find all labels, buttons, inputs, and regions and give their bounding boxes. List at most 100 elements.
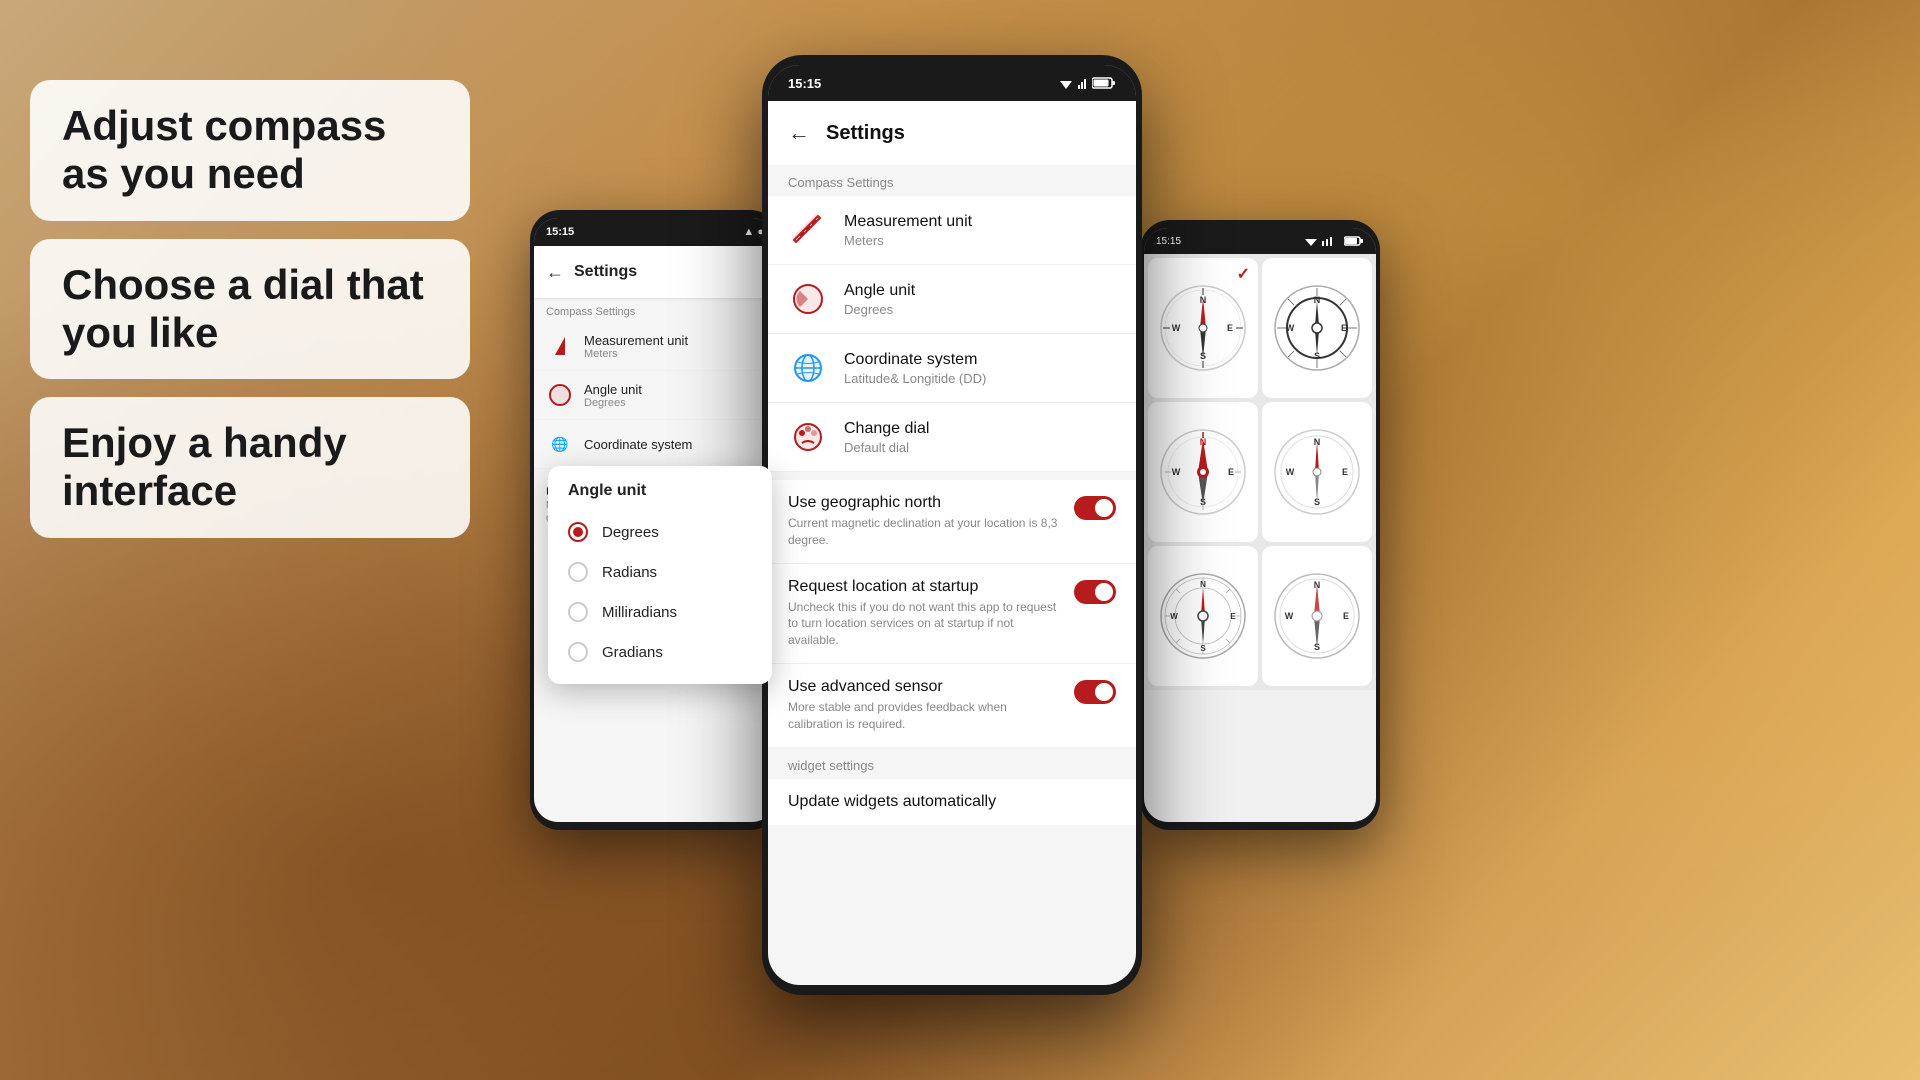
wifi-icon xyxy=(1058,77,1074,89)
main-setting-coord[interactable]: Coordinate system Latitude& Longitide (D… xyxy=(768,334,1136,403)
radio-gradians-label: Gradians xyxy=(602,644,663,661)
main-widget-update[interactable]: Update widgets automatically xyxy=(768,779,1136,825)
angle-unit-popup: Angle unit Degrees Radians Milliradians … xyxy=(548,466,772,684)
main-setting-measurement[interactable]: Measurement unit Meters xyxy=(768,196,1136,265)
bg-status-icons: ▲ ● xyxy=(743,226,764,238)
bg-angle-value: Degrees xyxy=(584,397,642,409)
right-time: 15:15 xyxy=(1156,236,1181,247)
bg-section-header: Compass Settings xyxy=(534,298,776,322)
bg-back-arrow[interactable]: ← xyxy=(546,262,564,283)
main-ruler-icon xyxy=(788,210,828,250)
card-3-text: Enjoy a handy interface xyxy=(62,419,438,516)
main-app-bar: ← Settings xyxy=(768,101,1136,165)
main-toggle-sensor[interactable]: Use advanced sensor More stable and prov… xyxy=(768,664,1136,748)
toggle-location-title: Request location at startup xyxy=(788,578,1062,596)
card-1-text: Adjust compass as you need xyxy=(62,102,438,199)
main-dial-label: Change dial xyxy=(844,420,929,438)
bg-measurement-value: Meters xyxy=(584,348,688,360)
main-widget-section: widget settings xyxy=(768,748,1136,779)
radio-gradians[interactable]: Gradians xyxy=(548,632,772,672)
update-label: Update widgets automatically xyxy=(788,793,996,811)
main-screen-title: Settings xyxy=(826,122,905,145)
main-toggle-north[interactable]: Use geographic north Current magnetic de… xyxy=(768,480,1136,564)
dial-5-svg: N S E W xyxy=(1158,571,1248,661)
main-status-bar: 15:15 xyxy=(768,65,1136,101)
radio-milliradians[interactable]: Milliradians xyxy=(548,592,772,632)
toggle-north-title: Use geographic north xyxy=(788,494,1062,512)
dial-1-svg: N S E W xyxy=(1158,283,1248,373)
main-coord-label: Coordinate system xyxy=(844,351,986,369)
svg-text:E: E xyxy=(1230,612,1236,621)
bg-setting-measurement[interactable]: Measurement unit Meters xyxy=(534,322,776,371)
phone-main: 15:15 ← Settings Compass Settings xyxy=(762,55,1142,995)
dial-card-3[interactable]: N S E W xyxy=(1148,402,1258,542)
main-setting-dial[interactable]: Change dial Default dial xyxy=(768,403,1136,472)
radio-degrees-inner xyxy=(573,527,583,537)
bg-title: Settings xyxy=(574,263,637,281)
toggle-sensor-desc: More stable and provides feedback when c… xyxy=(788,699,1062,733)
bg-angle-label: Angle unit xyxy=(584,382,642,397)
text-card-3: Enjoy a handy interface xyxy=(30,397,470,538)
svg-text:W: W xyxy=(1172,323,1181,333)
bg-measurement-label: Measurement unit xyxy=(584,333,688,348)
phone-main-screen: 15:15 ← Settings Compass Settings xyxy=(768,65,1136,985)
text-card-1: Adjust compass as you need xyxy=(30,80,470,221)
bg-setting-angle[interactable]: Angle unit Degrees xyxy=(534,371,776,420)
main-status-icons xyxy=(1058,77,1116,89)
radio-milliradians-label: Milliradians xyxy=(602,604,677,621)
svg-text:W: W xyxy=(1170,612,1178,621)
radio-radians[interactable]: Radians xyxy=(548,552,772,592)
signal-icon xyxy=(1078,77,1088,89)
main-globe-icon xyxy=(788,348,828,388)
dial-3-svg: N S E W xyxy=(1158,427,1248,517)
phone-right: 15:15 xyxy=(1140,220,1380,830)
main-coord-value: Latitude& Longitide (DD) xyxy=(844,371,986,386)
main-section-label: Compass Settings xyxy=(768,165,1136,196)
toggle-sensor-switch[interactable] xyxy=(1074,680,1116,704)
svg-text:E: E xyxy=(1228,467,1234,477)
main-palette-icon xyxy=(788,417,828,457)
camera-notch xyxy=(947,85,957,95)
main-measurement-label: Measurement unit xyxy=(844,213,972,231)
svg-text:W: W xyxy=(1286,323,1295,333)
popup-title: Angle unit xyxy=(548,482,772,512)
battery-icon xyxy=(1092,77,1116,89)
radio-radians-label: Radians xyxy=(602,564,657,581)
dial-4-svg: N S E W xyxy=(1272,427,1362,517)
main-dial-value: Default dial xyxy=(844,440,929,455)
bg-angle-icon xyxy=(546,381,574,409)
bg-app-bar: ← Settings xyxy=(534,246,776,298)
dial-card-4[interactable]: N S E W xyxy=(1262,402,1372,542)
bg-time: 15:15 xyxy=(546,226,574,238)
dial-card-6[interactable]: N S E W xyxy=(1262,546,1372,686)
svg-text:S: S xyxy=(1200,644,1206,653)
bg-setting-coord[interactable]: 🌐 Coordinate system xyxy=(534,420,776,469)
card-2-text: Choose a dial that you like xyxy=(62,261,438,358)
dial-card-2[interactable]: N S E W xyxy=(1262,258,1372,398)
svg-text:E: E xyxy=(1227,323,1233,333)
main-setting-angle[interactable]: Angle unit Degrees xyxy=(768,265,1136,334)
dial-grid: N S E W xyxy=(1144,254,1376,690)
main-toggle-location[interactable]: Request location at startup Uncheck this… xyxy=(768,564,1136,664)
radio-gradians-outer xyxy=(568,642,588,662)
bg-coord-icon: 🌐 xyxy=(546,430,574,458)
radio-degrees[interactable]: Degrees xyxy=(548,512,772,552)
dial-card-1[interactable]: N S E W xyxy=(1148,258,1258,398)
dial-card-5[interactable]: N S E W xyxy=(1148,546,1258,686)
right-status-icons xyxy=(1304,236,1364,246)
bg-status-bar: 15:15 ▲ ● xyxy=(534,218,776,246)
toggle-north-desc: Current magnetic declination at your loc… xyxy=(788,515,1062,549)
main-back-icon[interactable]: ← xyxy=(788,120,810,146)
main-angle-label: Angle unit xyxy=(844,282,915,300)
svg-text:W: W xyxy=(1285,611,1294,621)
radio-milliradians-outer xyxy=(568,602,588,622)
main-angle-value: Degrees xyxy=(844,302,915,317)
toggle-north-switch[interactable] xyxy=(1074,496,1116,520)
main-measurement-value: Meters xyxy=(844,233,972,248)
bg-ruler-icon xyxy=(546,332,574,360)
toggle-location-switch[interactable] xyxy=(1074,580,1116,604)
dial-2-svg: N S E W xyxy=(1272,283,1362,373)
main-toggle-section: Use geographic north Current magnetic de… xyxy=(768,480,1136,748)
svg-text:W: W xyxy=(1172,467,1181,477)
svg-text:E: E xyxy=(1341,323,1347,333)
